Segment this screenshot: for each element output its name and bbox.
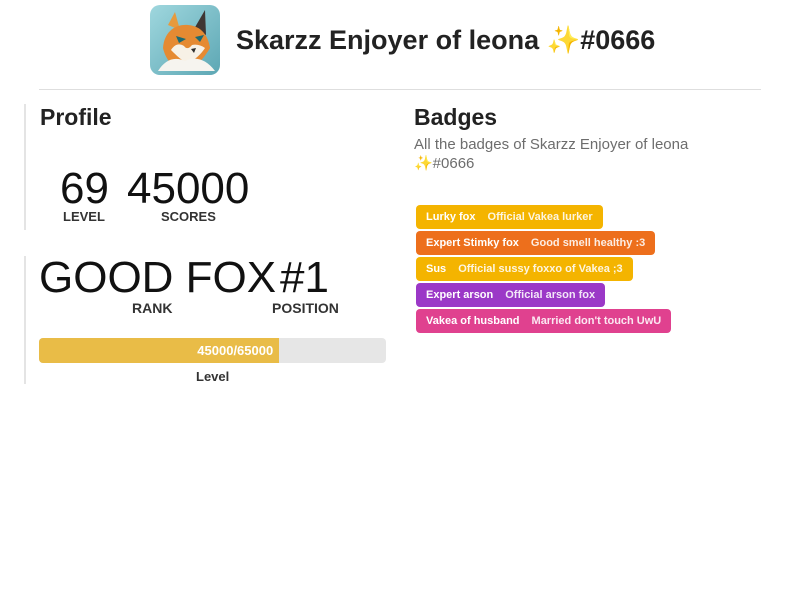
badge-name: Expert arson (426, 289, 494, 301)
profile-header: Skarzz Enjoyer of leona ✨#0666 (150, 4, 655, 76)
header-divider (39, 89, 761, 90)
badge-description: Official Vakea lurker (487, 211, 593, 223)
badges-panel: Badges All the badges of Skarzz Enjoyer … (414, 104, 764, 354)
badge-description: Official sussy foxxo of Vakea ;3 (458, 263, 623, 275)
level-progress-text: 45000/65000 (197, 343, 274, 358)
level-value: 69 (60, 164, 109, 213)
page-title: Skarzz Enjoyer of leona ✨#0666 (236, 25, 656, 55)
level-progress-label: Level (196, 369, 230, 384)
badge-list: Lurky fox Official Vakea lurker Expert S… (416, 205, 756, 335)
badges-heading: Badges (414, 104, 498, 130)
badge-name: Vakea of husband (426, 315, 520, 327)
level-label: LEVEL (63, 209, 105, 224)
rank-value: GOOD FOX (39, 253, 277, 302)
badge-name: Sus (426, 263, 447, 275)
badge-expert-arson: Expert arson Official arson fox (416, 283, 606, 307)
badge-name: Expert Stimky fox (426, 237, 519, 249)
score-value: 45000 (127, 164, 250, 213)
position-value: #1 (280, 253, 329, 302)
rank-label: RANK (132, 300, 173, 316)
badge-description: Married don't touch UwU (531, 315, 662, 327)
profile-panel: Profile 69 LEVEL 45000 SCORES (24, 104, 366, 230)
level-progress-fill: 45000/65000 (39, 338, 280, 363)
badge-vakea-of-husband: Vakea of husband Married don't touch UwU (416, 309, 672, 333)
badge-sus: Sus Official sussy foxxo of Vakea ;3 (416, 257, 633, 281)
badge-lurky-fox: Lurky fox Official Vakea lurker (416, 205, 603, 229)
fox-avatar-icon (150, 5, 220, 75)
position-label: POSITION (272, 300, 339, 316)
profile-heading: Profile (40, 104, 112, 130)
score-label: SCORES (161, 209, 216, 224)
badge-description: Official arson fox (505, 289, 596, 301)
level-progress-bar: 45000/65000 (39, 338, 386, 363)
badge-expert-stimky-fox: Expert Stimky fox Good smell healthy :3 (416, 231, 656, 255)
badge-description: Good smell healthy :3 (530, 237, 646, 249)
badges-description: All the badges of Skarzz Enjoyer of leon… (414, 136, 689, 172)
badge-name: Lurky fox (426, 211, 476, 223)
rank-panel: GOOD FOX RANK #1 POSITION 45000/65000 Le… (24, 253, 396, 384)
